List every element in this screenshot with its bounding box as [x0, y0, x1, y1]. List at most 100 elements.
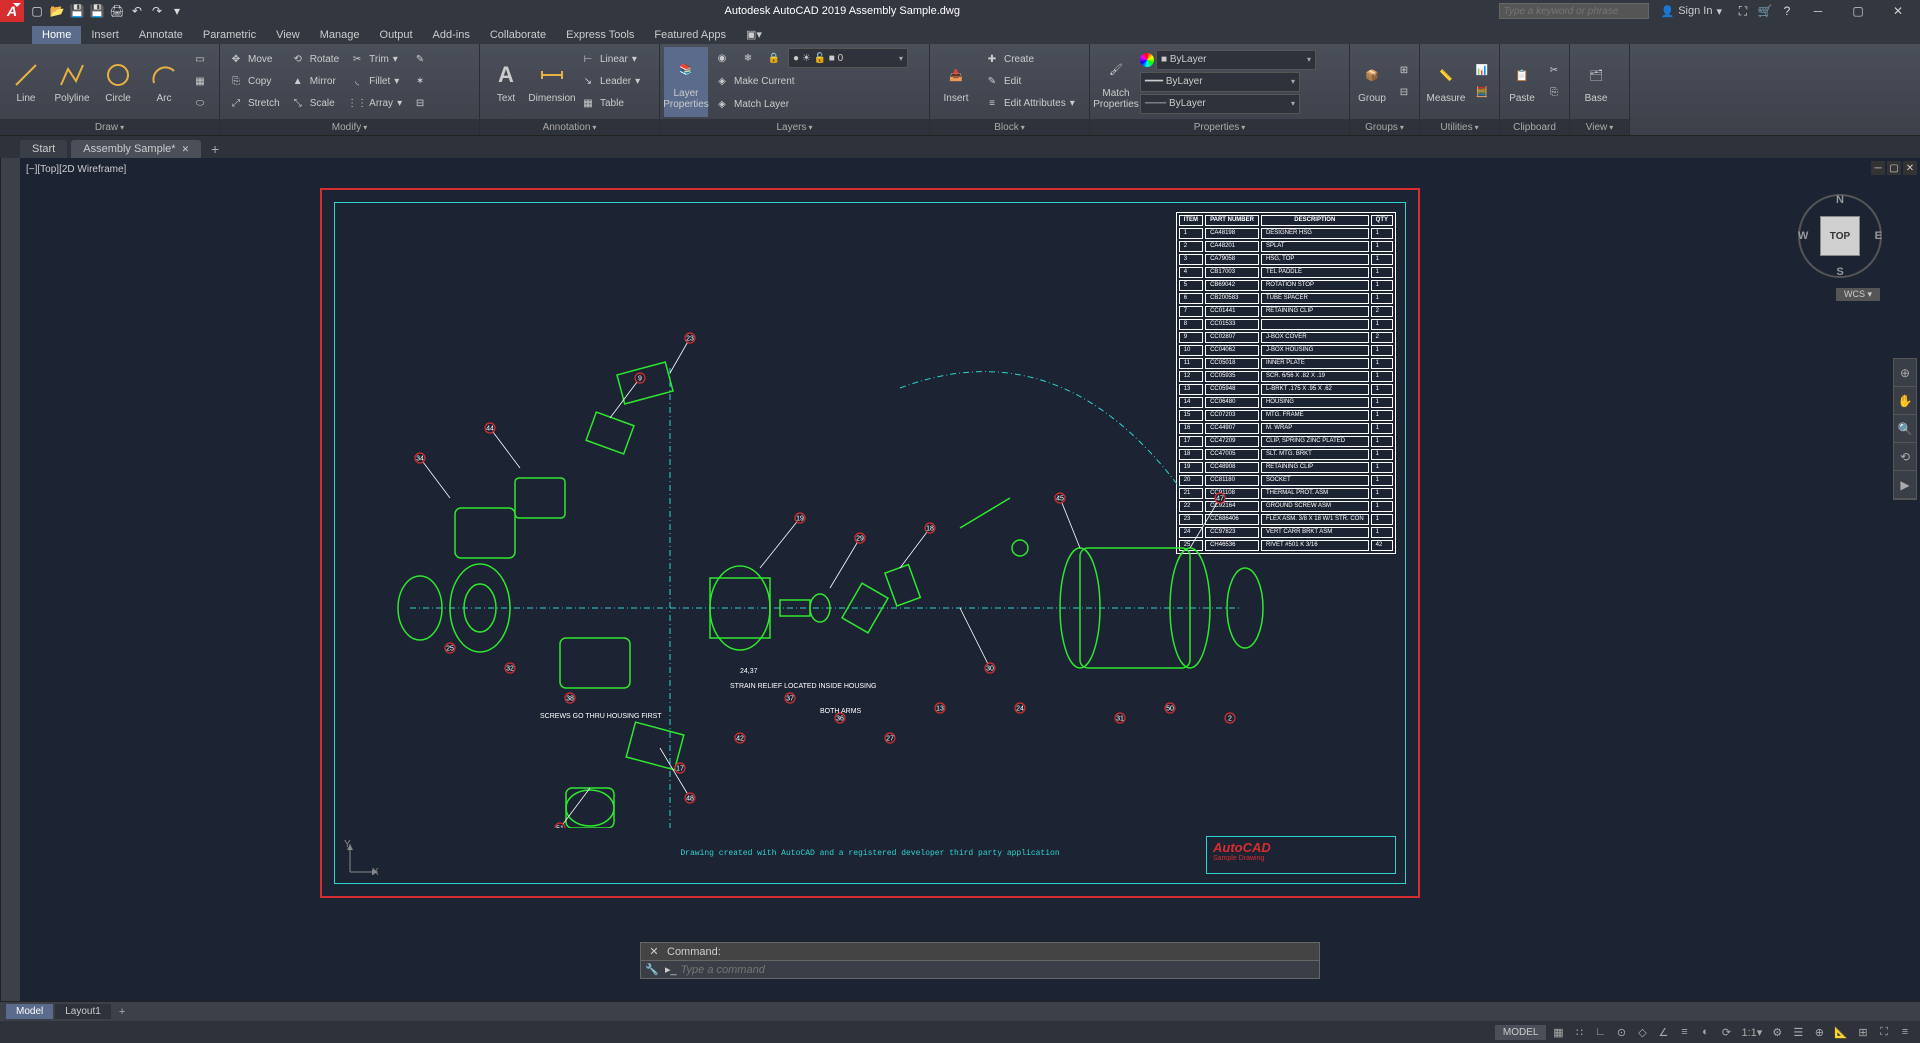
- cut-button[interactable]: ✂: [1542, 60, 1566, 81]
- osnap-icon[interactable]: ◇: [1633, 1023, 1651, 1041]
- cart-icon[interactable]: 🛒: [1756, 2, 1774, 20]
- viewcube-top[interactable]: TOP: [1820, 216, 1860, 256]
- lineweight-combo[interactable]: ━━━ ByLayer: [1140, 72, 1300, 92]
- color-combo[interactable]: ■ ByLayer: [1156, 50, 1316, 70]
- annoscale-icon[interactable]: 1:1▾: [1738, 1023, 1765, 1041]
- steering-wheel-icon[interactable]: ⊕: [1894, 359, 1916, 387]
- drawing-canvas[interactable]: [−][Top][2D Wireframe] ─ ▢ ✕ N S E W TOP…: [20, 158, 1920, 1001]
- group-edit-button[interactable]: ⊟: [1392, 82, 1416, 103]
- qat-more[interactable]: ▾: [168, 2, 186, 20]
- panel-clipboard-title[interactable]: Clipboard: [1500, 119, 1569, 135]
- annomon-icon[interactable]: ⊕: [1810, 1023, 1828, 1041]
- start-tab[interactable]: Start: [20, 140, 67, 158]
- leader-button[interactable]: ↘Leader▾: [576, 71, 644, 92]
- tab-home[interactable]: Home: [32, 26, 81, 44]
- scale-button[interactable]: ⤡Scale: [286, 93, 343, 114]
- qat-saveas[interactable]: 💾: [88, 2, 106, 20]
- layer-properties-button[interactable]: 📚Layer Properties: [664, 47, 708, 117]
- stretch-button[interactable]: ⤢Stretch: [224, 93, 284, 114]
- viewport-controls[interactable]: [−][Top][2D Wireframe]: [26, 164, 126, 175]
- grid-icon[interactable]: ▦: [1549, 1023, 1567, 1041]
- minimize-button[interactable]: ─: [1800, 0, 1836, 22]
- polyline-button[interactable]: Polyline: [50, 47, 94, 117]
- layer-tool-1[interactable]: ◉: [710, 48, 734, 69]
- rectangle-button[interactable]: ▭: [188, 49, 212, 70]
- status-model-button[interactable]: MODEL: [1495, 1025, 1547, 1040]
- layer-tool-2[interactable]: ❄: [736, 48, 760, 69]
- qat-plot[interactable]: 🖨: [108, 2, 126, 20]
- gear-icon[interactable]: ⚙: [1768, 1023, 1786, 1041]
- array-button[interactable]: ⋮⋮Array▾: [345, 93, 406, 114]
- panel-view-title[interactable]: View: [1570, 119, 1629, 135]
- tab-view[interactable]: View: [266, 26, 310, 44]
- group-button[interactable]: 📦Group: [1354, 47, 1390, 117]
- measure-button[interactable]: 📏Measure: [1424, 47, 1468, 117]
- base-view-button[interactable]: 🗂Base: [1574, 47, 1618, 117]
- linetype-combo[interactable]: ─── ByLayer: [1140, 94, 1300, 114]
- new-tab-button[interactable]: +: [205, 140, 225, 158]
- panel-groups-title[interactable]: Groups: [1350, 119, 1419, 135]
- cycling-icon[interactable]: ⟳: [1717, 1023, 1735, 1041]
- snap-icon[interactable]: ∷: [1570, 1023, 1588, 1041]
- transparency-icon[interactable]: ◐: [1696, 1023, 1714, 1041]
- tab-featuredapps[interactable]: Featured Apps: [644, 26, 736, 44]
- qat-save[interactable]: 💾: [68, 2, 86, 20]
- trim-button[interactable]: ✂Trim▾: [345, 49, 406, 70]
- panel-properties-title[interactable]: Properties: [1090, 119, 1349, 135]
- lwt-icon[interactable]: ≡: [1675, 1023, 1693, 1041]
- match-layer-button[interactable]: ◈Match Layer: [710, 94, 908, 115]
- rotate-button[interactable]: ⟲Rotate: [286, 49, 343, 70]
- help-search[interactable]: [1499, 3, 1649, 19]
- otrack-icon[interactable]: ∠: [1654, 1023, 1672, 1041]
- linear-button[interactable]: ⊢Linear▾: [576, 49, 644, 70]
- layout1-tab[interactable]: Layout1: [55, 1004, 111, 1019]
- tab-annotate[interactable]: Annotate: [129, 26, 193, 44]
- edit-block-button[interactable]: ✎Edit: [980, 71, 1079, 92]
- cmd-options-icon[interactable]: 🔧: [645, 963, 661, 976]
- wcs-dropdown[interactable]: WCS ▾: [1836, 288, 1880, 301]
- model-tab[interactable]: Model: [6, 1004, 53, 1019]
- dimension-button[interactable]: Dimension: [530, 47, 574, 117]
- tab-addins[interactable]: Add-ins: [423, 26, 480, 44]
- panel-block-title[interactable]: Block: [930, 119, 1089, 135]
- ungroup-button[interactable]: ⊞: [1392, 60, 1416, 81]
- side-palette-bar[interactable]: Layer Properties Manager Properties: [0, 158, 20, 1001]
- maximize-button[interactable]: ▢: [1840, 0, 1876, 22]
- circle-button[interactable]: Circle: [96, 47, 140, 117]
- fillet-button[interactable]: ◟Fillet▾: [345, 71, 406, 92]
- tab-collaborate[interactable]: Collaborate: [480, 26, 556, 44]
- tab-manage[interactable]: Manage: [310, 26, 370, 44]
- edit-attributes-button[interactable]: ≡Edit Attributes▾: [980, 93, 1079, 114]
- add-layout-button[interactable]: +: [113, 1004, 131, 1020]
- pan-icon[interactable]: ✋: [1894, 387, 1916, 415]
- workspace-icon[interactable]: ☰: [1789, 1023, 1807, 1041]
- zoom-icon[interactable]: 🔍: [1894, 415, 1916, 443]
- vp-minimize[interactable]: ─: [1871, 161, 1885, 175]
- paste-button[interactable]: 📋Paste: [1504, 47, 1540, 117]
- tab-expresstools[interactable]: Express Tools: [556, 26, 644, 44]
- showmotion-icon[interactable]: ▶: [1894, 471, 1916, 499]
- customize-icon[interactable]: ≡: [1896, 1023, 1914, 1041]
- command-input[interactable]: [681, 964, 1315, 976]
- arc-button[interactable]: Arc: [142, 47, 186, 117]
- tab-insert[interactable]: Insert: [81, 26, 129, 44]
- table-button[interactable]: ▦Table: [576, 93, 644, 114]
- erase-button[interactable]: ✎: [408, 49, 432, 70]
- util-2[interactable]: 🧮: [1470, 82, 1494, 103]
- cmd-close-icon[interactable]: ✕: [647, 945, 661, 958]
- create-block-button[interactable]: ✚Create: [980, 49, 1079, 70]
- signin-button[interactable]: 👤 Sign In ▾: [1653, 5, 1730, 18]
- offset-button[interactable]: ⊟: [408, 93, 432, 114]
- orbit-icon[interactable]: ⟲: [1894, 443, 1916, 471]
- qat-new[interactable]: ▢: [28, 2, 46, 20]
- util-1[interactable]: 📊: [1470, 60, 1494, 81]
- layer-tool-3[interactable]: 🔒: [762, 48, 786, 69]
- app-menu[interactable]: A: [0, 0, 24, 22]
- ellipse-button[interactable]: ⬭: [188, 93, 212, 114]
- mirror-button[interactable]: ▲Mirror: [286, 71, 343, 92]
- tab-options[interactable]: ▣▾: [736, 25, 772, 44]
- qat-undo[interactable]: ↶: [128, 2, 146, 20]
- text-button[interactable]: AText: [484, 47, 528, 117]
- close-button[interactable]: ✕: [1880, 0, 1916, 22]
- layer-combo[interactable]: ● ☀ 🔓 ■ 0: [788, 48, 908, 68]
